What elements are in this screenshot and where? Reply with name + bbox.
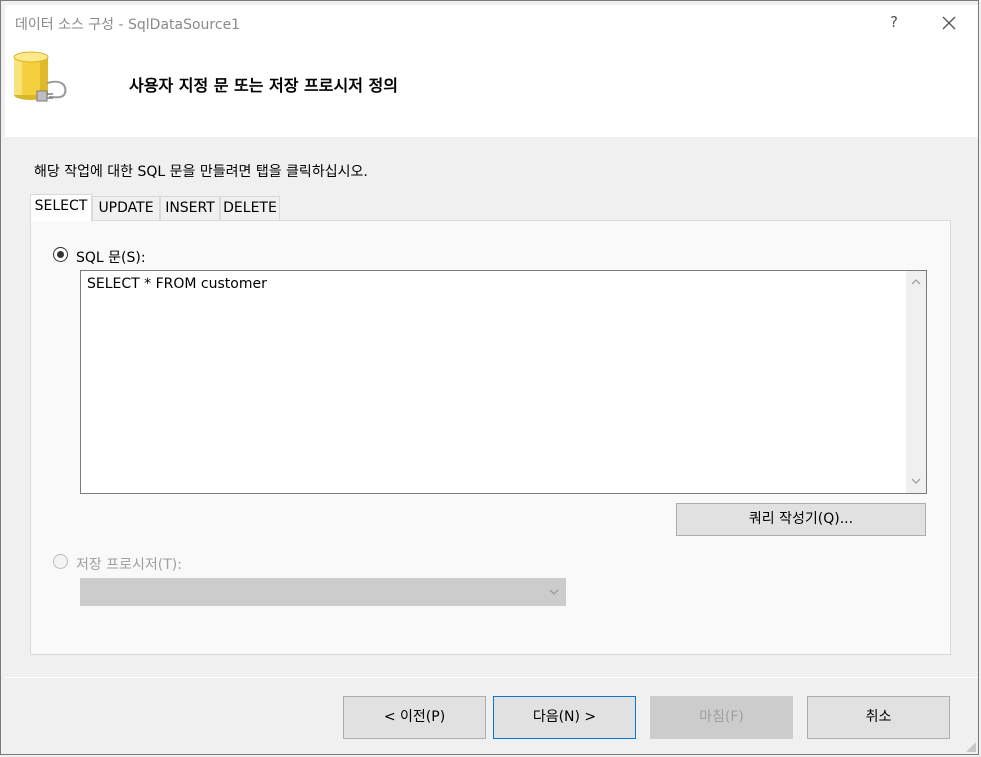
wizard-header: 사용자 지정 문 또는 저장 프로시저 정의 xyxy=(5,39,978,137)
help-button[interactable]: ? xyxy=(877,5,911,39)
query-builder-label: 쿼리 작성기(Q)... xyxy=(748,511,854,527)
cancel-button[interactable]: 취소 xyxy=(807,696,950,739)
tab-delete[interactable]: DELETE xyxy=(220,196,280,220)
instruction-text: 해당 작업에 대한 SQL 문을 만들려면 탭을 클릭하십시오. xyxy=(34,164,368,180)
cancel-label: 취소 xyxy=(865,709,892,725)
window-title: 데이터 소스 구성 - SqlDataSource1 xyxy=(15,17,241,33)
tab-select[interactable]: SELECT xyxy=(30,194,92,221)
close-icon xyxy=(942,16,956,30)
scroll-down-icon[interactable] xyxy=(911,476,921,486)
sql-statement-text[interactable]: SELECT * FROM customer xyxy=(87,276,267,292)
sql-statement-textarea[interactable]: SELECT * FROM customer xyxy=(80,270,927,494)
finish-button[interactable]: 마침(F) xyxy=(650,696,793,739)
stored-procedure-radio[interactable] xyxy=(53,554,68,569)
sql-statement-radio[interactable] xyxy=(53,247,68,262)
sql-statement-label: SQL 문(S): xyxy=(76,250,146,266)
finish-label: 마침(F) xyxy=(699,709,744,725)
dialog-window: 데이터 소스 구성 - SqlDataSource1 ? 사용자 지정 문 또는… xyxy=(0,0,979,755)
previous-button[interactable]: < 이전(P) xyxy=(343,696,486,739)
previous-label: < 이전(P) xyxy=(383,709,446,725)
chevron-down-icon xyxy=(549,589,559,595)
radio-selected-dot xyxy=(57,251,64,258)
stored-procedure-label: 저장 프로시저(T): xyxy=(76,557,182,573)
query-builder-button[interactable]: 쿼리 작성기(Q)... xyxy=(676,503,926,536)
stored-procedure-select[interactable] xyxy=(80,578,566,606)
tab-label: INSERT xyxy=(165,200,215,216)
scroll-up-icon[interactable] xyxy=(911,277,921,287)
help-icon: ? xyxy=(890,13,898,31)
title-bar: 데이터 소스 구성 - SqlDataSource1 ? xyxy=(5,5,978,39)
page-title: 사용자 지정 문 또는 저장 프로시저 정의 xyxy=(129,76,398,95)
close-button[interactable] xyxy=(930,5,966,39)
next-label: 다음(N) > xyxy=(532,709,597,725)
resize-grip-icon[interactable] xyxy=(966,742,976,752)
vertical-scrollbar[interactable] xyxy=(906,271,926,493)
tab-label: DELETE xyxy=(223,200,277,216)
tab-label: SELECT xyxy=(34,198,88,214)
database-icon xyxy=(13,51,67,102)
tab-insert[interactable]: INSERT xyxy=(160,196,220,220)
footer-divider xyxy=(5,677,978,678)
next-button[interactable]: 다음(N) > xyxy=(493,696,636,739)
tab-label: UPDATE xyxy=(98,200,154,216)
tab-update[interactable]: UPDATE xyxy=(92,196,160,220)
